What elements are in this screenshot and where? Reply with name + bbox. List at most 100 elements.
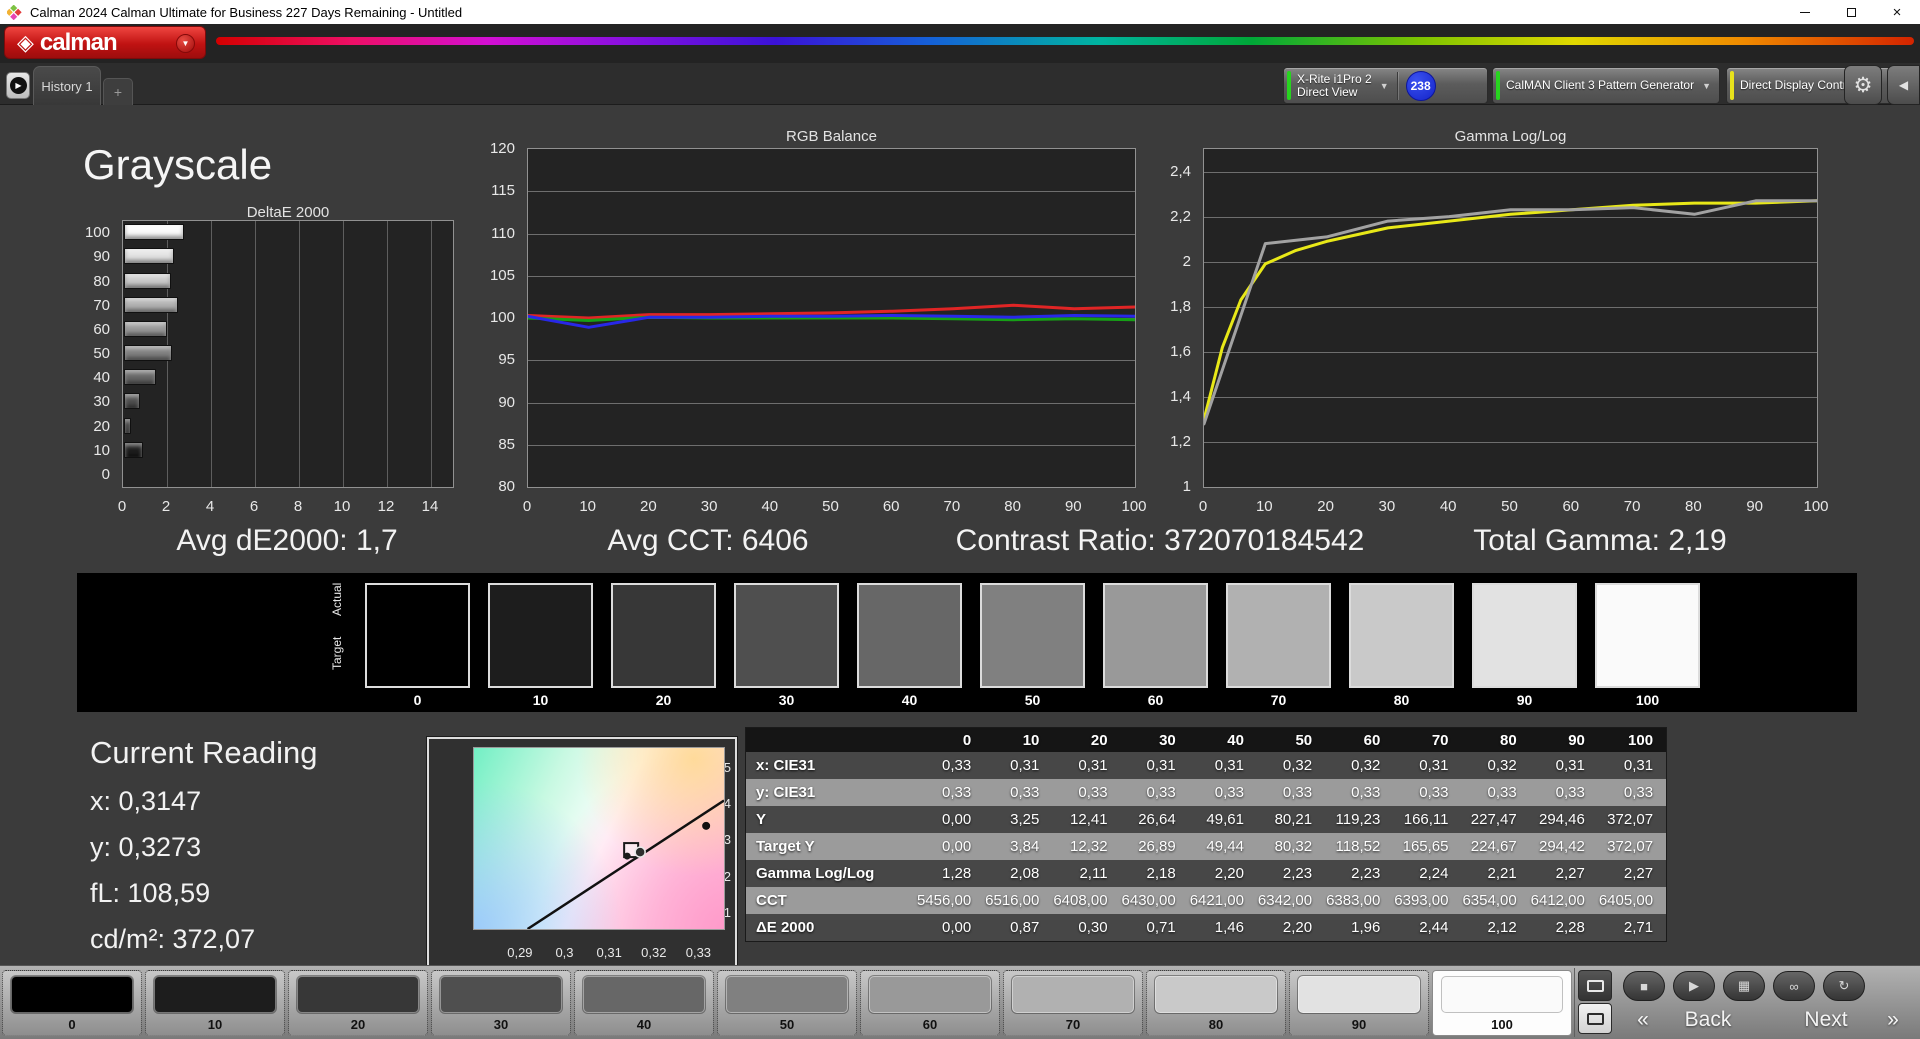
ytick-label: 1,4 bbox=[1170, 387, 1191, 405]
table-cell: 0,33 bbox=[1146, 784, 1176, 801]
current-reading-block: Current Reading x: 0,3147 y: 0,3273 fL: … bbox=[90, 735, 317, 955]
monitor-icon bbox=[1586, 1012, 1604, 1025]
chevron-down-icon: ▼ bbox=[1379, 80, 1389, 91]
refresh-button[interactable]: ↻ bbox=[1823, 971, 1865, 1001]
xtick-label: 30 bbox=[700, 498, 718, 515]
deltae-y-axis: 100 90 80 70 60 50 40 30 20 10 0 bbox=[56, 220, 116, 488]
table-cell: 227,47 bbox=[1470, 811, 1517, 828]
swatch-label: 70 bbox=[1270, 692, 1287, 708]
monitor-icon bbox=[1586, 979, 1604, 992]
table-cell: 0,33 bbox=[1010, 784, 1040, 801]
xtick-label: 80 bbox=[1685, 498, 1702, 515]
meter-name: X-Rite i1Pro 2 bbox=[1297, 71, 1372, 86]
level-button-50[interactable]: 50 bbox=[717, 970, 857, 1036]
table-column-header: 100 bbox=[1628, 731, 1654, 749]
level-button-80[interactable]: 80 bbox=[1146, 970, 1286, 1036]
settings-button[interactable]: ⚙ bbox=[1844, 65, 1882, 105]
level-button-90[interactable]: 90 bbox=[1289, 970, 1429, 1036]
pattern-generator-dropdown[interactable]: CalMAN Client 3 Pattern Generator ▼ bbox=[1492, 67, 1720, 104]
table-cell: 0,33 bbox=[1282, 784, 1313, 801]
grayscale-swatch bbox=[734, 583, 839, 688]
swatch-label: 40 bbox=[901, 692, 918, 708]
first-page-button[interactable]: « bbox=[1628, 1006, 1658, 1034]
level-button-40[interactable]: 40 bbox=[574, 970, 714, 1036]
table-cell: 0,31 bbox=[1555, 757, 1585, 774]
cie-xtick-label: 0,31 bbox=[596, 945, 622, 960]
level-selector-bar: 0 10 20 30 40 50 60 70 80 90 100 ■ ▶ ▦ ∞ ↻ « Back … bbox=[0, 965, 1920, 1039]
maximize-button[interactable] bbox=[1828, 0, 1874, 24]
table-row: Y 0,00 3,25 12,41 26,64 49,61 80,21 119,23 166,1… bbox=[746, 806, 1666, 833]
deltae-xtick-label: 12 bbox=[377, 498, 395, 515]
collapse-panel-button[interactable]: ◀ bbox=[1887, 65, 1920, 105]
gamma-measured-line bbox=[1204, 199, 1817, 426]
read-button[interactable]: ▶ bbox=[1673, 971, 1715, 1001]
level-label: 20 bbox=[350, 1017, 366, 1032]
tab-history-1[interactable]: History 1 bbox=[33, 66, 101, 105]
level-patch bbox=[1012, 976, 1134, 1013]
continuous-read-button[interactable]: ∞ bbox=[1773, 971, 1815, 1001]
meter-dropdown[interactable]: X-Rite i1Pro 2 Direct View ▼ 238 bbox=[1283, 67, 1488, 104]
minimize-button[interactable] bbox=[1782, 0, 1828, 24]
save-button[interactable]: ▦ bbox=[1723, 971, 1765, 1001]
table-column-header: 40 bbox=[1227, 731, 1244, 749]
back-button[interactable]: Back bbox=[1668, 1006, 1748, 1034]
table-cell: 2,28 bbox=[1555, 919, 1585, 936]
close-icon: × bbox=[1892, 3, 1902, 21]
level-patch bbox=[583, 976, 705, 1013]
meter-reading-badge[interactable]: 238 bbox=[1405, 70, 1436, 101]
xtick-label: 0 bbox=[1198, 498, 1208, 515]
level-label: 30 bbox=[493, 1017, 509, 1032]
spectrum-strip bbox=[216, 37, 1914, 45]
table-cell: 2,20 bbox=[1214, 865, 1244, 882]
deltae-ytick-label: 40 bbox=[93, 369, 110, 387]
level-patch bbox=[297, 976, 419, 1013]
table-row-label: CCT bbox=[756, 892, 787, 909]
xtick-label: 10 bbox=[579, 498, 597, 515]
xtick-label: 70 bbox=[943, 498, 961, 515]
display-view-button-active[interactable] bbox=[1578, 1003, 1612, 1034]
level-button-100[interactable]: 100 bbox=[1432, 970, 1572, 1036]
xtick-label: 30 bbox=[1378, 498, 1396, 515]
calman-menu-button[interactable]: ◈ calman ▼ bbox=[4, 26, 206, 59]
rgb-plot-series bbox=[528, 303, 1135, 329]
level-button-30[interactable]: 30 bbox=[431, 970, 571, 1036]
display-view-button[interactable] bbox=[1578, 970, 1612, 1001]
ytick-label: 1,6 bbox=[1170, 342, 1191, 360]
table-cell: 0,32 bbox=[1351, 757, 1381, 774]
reference-point bbox=[702, 821, 711, 830]
table-cell: 6430,00 bbox=[1121, 892, 1176, 909]
workflow-play-button[interactable]: ▶ bbox=[6, 72, 30, 99]
last-page-button[interactable]: » bbox=[1878, 1006, 1908, 1034]
pattern-generator-label: CalMAN Client 3 Pattern Generator bbox=[1506, 78, 1695, 92]
next-button[interactable]: Next bbox=[1786, 1006, 1866, 1034]
level-button-20[interactable]: 20 bbox=[288, 970, 428, 1036]
level-button-10[interactable]: 10 bbox=[145, 970, 285, 1036]
level-button-70[interactable]: 70 bbox=[1003, 970, 1143, 1036]
chevron-left-icon: ◀ bbox=[1898, 78, 1909, 92]
deltae-xtick-label: 14 bbox=[421, 498, 439, 515]
table-row-label: x: CIE31 bbox=[756, 757, 816, 774]
level-button-0[interactable]: 0 bbox=[2, 970, 142, 1036]
table-cell: 26,64 bbox=[1138, 811, 1176, 828]
close-button[interactable]: × bbox=[1874, 0, 1920, 24]
deltae-ytick-label: 0 bbox=[101, 465, 110, 483]
table-row: Target Y 0,00 3,84 12,32 26,89 49,44 80,32 118,… bbox=[746, 833, 1666, 860]
table-cell: 119,23 bbox=[1335, 811, 1381, 828]
level-button-60[interactable]: 60 bbox=[860, 970, 1000, 1036]
table-cell: 2,23 bbox=[1282, 865, 1313, 882]
xtick-label: 90 bbox=[1064, 498, 1082, 515]
level-patch bbox=[1441, 976, 1563, 1013]
table-row-label: ΔE 2000 bbox=[756, 919, 815, 936]
add-tab-button[interactable]: + bbox=[103, 78, 133, 105]
cie-xtick-label: 0,3 bbox=[555, 945, 574, 960]
table-cell: 2,27 bbox=[1623, 865, 1654, 882]
grayscale-swatch bbox=[1472, 583, 1577, 688]
table-cell: 0,31 bbox=[1146, 757, 1176, 774]
table-cell: 2,21 bbox=[1487, 865, 1517, 882]
app-icon-glyph bbox=[5, 4, 22, 20]
table-cell: 6412,00 bbox=[1530, 892, 1585, 909]
stop-button[interactable]: ■ bbox=[1623, 971, 1665, 1001]
table-cell: 294,46 bbox=[1538, 811, 1585, 828]
table-cell: 166,11 bbox=[1403, 811, 1449, 828]
table-cell: 1,46 bbox=[1214, 919, 1244, 936]
